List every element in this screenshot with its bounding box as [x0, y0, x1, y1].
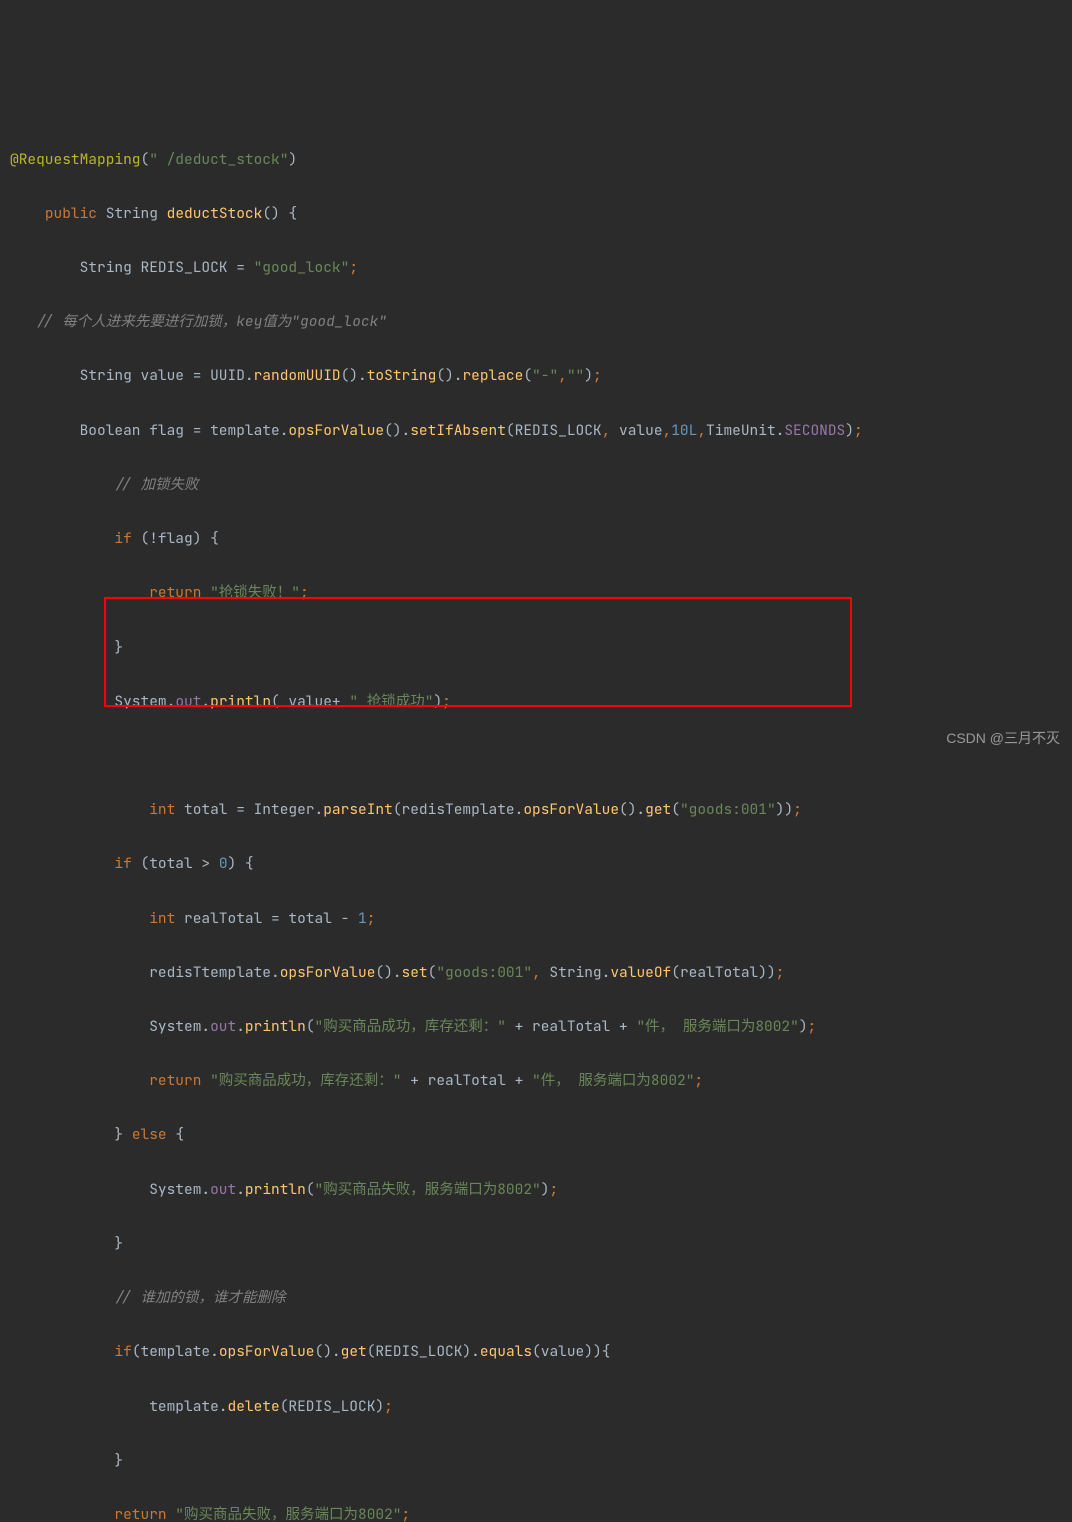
code-line-10: } [10, 634, 1072, 661]
code-line-14: if (total > 0) { [10, 850, 1072, 877]
code-line-5: String value = UUID.randomUUID().toStrin… [10, 362, 1072, 389]
code-line-6: Boolean flag = template.opsForValue().se… [10, 417, 1072, 444]
code-line-26: return "购买商品失败，服务端口为8002"; [10, 1501, 1072, 1522]
code-line-22: // 谁加的锁，谁才能删除 [10, 1284, 1072, 1311]
code-line-19: } else { [10, 1121, 1072, 1148]
code-line-3: String REDIS_LOCK = "good_lock"; [10, 254, 1072, 281]
code-block: @RequestMapping(" /deduct_stock") public… [0, 118, 1072, 1522]
code-line-2: public String deductStock() { [10, 200, 1072, 227]
code-line-17: System.out.println("购买商品成功，库存还剩：" + real… [10, 1013, 1072, 1040]
code-line-24: template.delete(REDIS_LOCK); [10, 1393, 1072, 1420]
code-line-21: } [10, 1230, 1072, 1257]
code-line-1: @RequestMapping(" /deduct_stock") [10, 146, 1072, 173]
code-line-11: System.out.println( value+ " 抢锁成功"); [10, 688, 1072, 715]
code-line-8: if (!flag) { [10, 525, 1072, 552]
code-line-20: System.out.println("购买商品失败，服务端口为8002"); [10, 1176, 1072, 1203]
code-line-18: return "购买商品成功，库存还剩：" + realTotal + "件， … [10, 1067, 1072, 1094]
code-line-23: if(template.opsForValue().get(REDIS_LOCK… [10, 1338, 1072, 1365]
code-line-13: int total = Integer.parseInt(redisTempla… [10, 796, 1072, 823]
code-line-9: return "抢锁失败！"; [10, 579, 1072, 606]
code-line-12 [10, 742, 1072, 769]
code-line-16: redisTtemplate.opsForValue().set("goods:… [10, 959, 1072, 986]
code-line-7: // 加锁失败 [10, 471, 1072, 498]
code-line-4: // 每个人进来先要进行加锁，key值为"good_lock" [10, 308, 1072, 335]
code-line-25: } [10, 1447, 1072, 1474]
watermark: CSDN @三月不灭 [946, 725, 1060, 751]
code-line-15: int realTotal = total - 1; [10, 905, 1072, 932]
